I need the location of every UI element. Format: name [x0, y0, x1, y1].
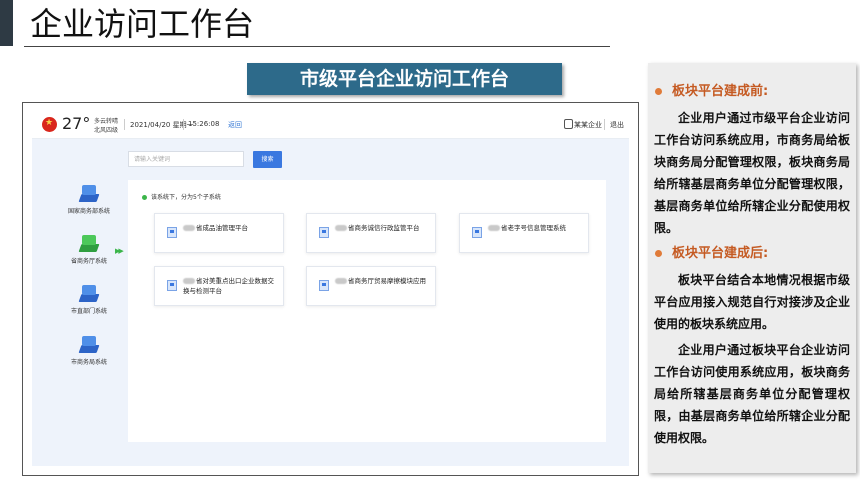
subsystem-card[interactable]: 省商务厅贸易摩擦模块应用 [306, 266, 436, 306]
redacted-mark [183, 278, 195, 284]
note-heading-text: 板块平台建成后: [672, 246, 769, 261]
cube-icon [78, 235, 100, 253]
header-divider [124, 119, 125, 130]
wind-info: 北风四级 [94, 127, 119, 134]
subsystem-title: 省老字号信息管理系统 [501, 224, 566, 232]
sidebar-item-province[interactable]: 省商务厅系统 [54, 235, 124, 265]
bullet-icon [655, 250, 662, 257]
app-content: 请输入关键词 搜索 国家商务部系统 省商务厅系统 ▶▶ 市直部门系统 市商务局系… [32, 139, 629, 466]
note-paragraph-before: 企业用户通过市级平台企业访问工作台访问系统应用，市商务局给板块商务局分配管理权限… [654, 111, 850, 235]
note-heading-after: 板块平台建成后: [655, 243, 768, 265]
subsystem-title: 省商务厅贸易摩擦模块应用 [348, 277, 426, 285]
redacted-mark [488, 225, 500, 231]
sidebar-item-city-commerce[interactable]: 市商务局系统 [54, 336, 124, 366]
cube-icon [78, 336, 100, 354]
subsystem-card[interactable]: 省老字号信息管理系统 [459, 213, 589, 253]
status-dot-icon [142, 195, 147, 200]
note-heading-text: 板块平台建成前: [672, 84, 769, 99]
app-icon [167, 280, 177, 291]
sidebar-item-label: 省商务厅系统 [70, 258, 107, 265]
redacted-mark [335, 225, 347, 231]
panel-header-text: 该系统下，分为5个子系统 [151, 194, 221, 201]
title-accent-bar [0, 0, 13, 46]
subsystem-title: 省对美重点出口企业数据交换与检测平台 [183, 277, 274, 295]
screenshot-frame: 27° 多云转晴 北风四级 2021/04/20 星期一 15:26:08 返回… [22, 102, 639, 476]
sidebar-item-label: 市直部门系统 [70, 308, 107, 315]
sidebar-item-label: 国家商务部系统 [67, 208, 110, 215]
weather-condition: 多云转晴 [94, 118, 119, 125]
header-divider [604, 119, 605, 130]
section-banner: 市级平台企业访问工作台 [247, 63, 562, 95]
bullet-icon [655, 88, 662, 95]
sidebar-item-city-departments[interactable]: 市直部门系统 [54, 285, 124, 315]
date-display: 2021/04/20 星期一 [130, 121, 194, 129]
sidebar-item-label: 市商务局系统 [70, 359, 107, 366]
app-icon [319, 227, 329, 238]
search-input[interactable]: 请输入关键词 [128, 151, 244, 167]
subsystem-title: 省成品油管理平台 [196, 224, 248, 232]
subsystem-card[interactable]: 省成品油管理平台 [154, 213, 284, 253]
redacted-mark [335, 278, 347, 284]
emblem-icon [42, 117, 57, 132]
subsystem-title: 省商务诚信行政监管平台 [348, 224, 420, 232]
app-icon [472, 227, 482, 238]
panel-header: 该系统下，分为5个子系统 [142, 192, 221, 201]
user-icon[interactable] [564, 119, 573, 129]
cube-icon [78, 285, 100, 303]
user-name[interactable]: 某某企业 [574, 120, 602, 130]
logout-link[interactable]: 退出 [610, 120, 624, 130]
redacted-mark [183, 225, 195, 231]
workbench-app: 27° 多云转晴 北风四级 2021/04/20 星期一 15:26:08 返回… [32, 112, 629, 466]
note-heading-before: 板块平台建成前: [655, 81, 768, 103]
app-icon [167, 227, 177, 238]
subsystem-panel: 该系统下，分为5个子系统 省成品油管理平台 省商务诚信行政监管平台 省老字号信息… [128, 180, 606, 442]
temperature: 27° [62, 114, 91, 133]
search-button[interactable]: 搜索 [253, 151, 282, 168]
cube-icon [78, 185, 100, 203]
page-title: 企业访问工作台 [30, 5, 255, 43]
app-header: 27° 多云转晴 北风四级 2021/04/20 星期一 15:26:08 返回… [32, 112, 629, 139]
notes-panel: 板块平台建成前: 企业用户通过市级平台企业访问工作台访问系统应用，市商务局给板块… [648, 63, 856, 473]
back-link[interactable]: 返回 [228, 120, 242, 130]
note-paragraph-after-2: 企业用户通过板块平台企业访问工作台访问使用系统应用，板块商务局给所辖基层商务单位… [654, 343, 850, 445]
note-paragraph-after-1: 板块平台结合本地情况根据市级平台应用接入规范自行对接涉及企业使用的板块系统应用。 [654, 273, 850, 331]
app-icon [319, 280, 329, 291]
weather-info: 多云转晴 北风四级 [94, 117, 118, 135]
header-divider [183, 119, 184, 130]
title-divider [24, 46, 610, 47]
active-arrow-icon: ▶▶ [115, 247, 124, 255]
subsystem-card[interactable]: 省商务诚信行政监管平台 [306, 213, 436, 253]
subsystem-card[interactable]: 省对美重点出口企业数据交换与检测平台 [154, 266, 284, 306]
sidebar-item-national[interactable]: 国家商务部系统 [54, 185, 124, 215]
time-display: 15:26:08 [188, 120, 220, 128]
